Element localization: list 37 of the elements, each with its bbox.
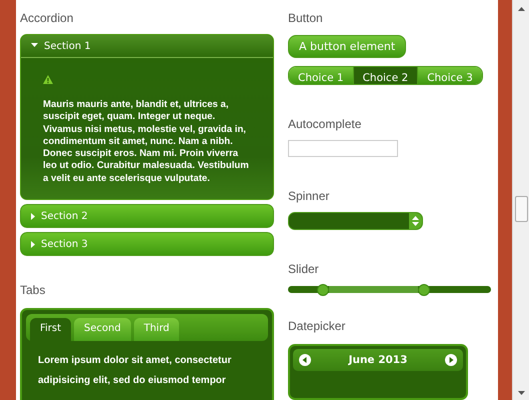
- tab[interactable]: Second: [74, 318, 131, 342]
- tab[interactable]: First: [30, 318, 72, 342]
- choice-button[interactable]: Choice 1: [289, 67, 354, 84]
- spin-up-icon[interactable]: [412, 216, 419, 220]
- button[interactable]: A button element: [288, 35, 406, 58]
- next-icon[interactable]: [444, 354, 457, 366]
- section-heading: Spinner: [288, 189, 330, 204]
- section-heading: Autocomplete: [288, 117, 362, 132]
- accordion-text: Mauris mauris ante, blandit et, ultrices a, suscipit eget, quam. Integer ut neque. Vivamus nisi metus, molestie vel, gravida in, condimentum sit amet, nunc. Nam a nibh. Donec suscipit eros. Nam mi. Proin viverra leo ut odio. Curabitur malesuada. Vestibulum a velit eu ante scelerisque vulputate.: [43, 99, 249, 186]
- slider-handle[interactable]: [316, 284, 328, 296]
- accordion-header[interactable]: Section 2: [20, 204, 274, 228]
- spinner-field[interactable]: [288, 212, 423, 230]
- warning-icon: [43, 75, 53, 84]
- autocomplete-field[interactable]: [288, 140, 398, 158]
- accordion-header[interactable]: Section 1: [21, 35, 273, 58]
- section-heading: Button: [288, 11, 324, 25]
- slider-handle[interactable]: [418, 284, 430, 296]
- caret-right-icon: [31, 212, 35, 220]
- section-heading: Datepicker: [288, 318, 346, 333]
- previous-icon[interactable]: [299, 354, 311, 366]
- scrollbar[interactable]: [512, 0, 529, 400]
- caret-down-icon: [31, 42, 38, 50]
- scroll-up-icon[interactable]: [518, 7, 524, 11]
- tab[interactable]: Third: [134, 318, 180, 342]
- tab-text: Lorem ipsum dolor sit amet, consectetur adipisicing elit, sed do eiusmod tempor: [38, 354, 232, 388]
- month-title: June 2013: [348, 354, 408, 366]
- section-heading: Slider: [288, 262, 320, 276]
- slider-track[interactable]: [288, 286, 491, 293]
- scroll-thumb[interactable]: [514, 196, 528, 222]
- choice-button[interactable]: Choice 3: [418, 67, 482, 84]
- section-heading: Tabs: [20, 283, 46, 298]
- accordion-header[interactable]: Section 3: [20, 232, 274, 256]
- choice-button[interactable]: Choice 2: [354, 67, 418, 84]
- spin-down-icon[interactable]: [412, 222, 419, 226]
- caret-right-icon: [31, 240, 35, 248]
- section-heading: Accordion: [20, 11, 74, 25]
- scroll-down-icon[interactable]: [518, 391, 524, 395]
